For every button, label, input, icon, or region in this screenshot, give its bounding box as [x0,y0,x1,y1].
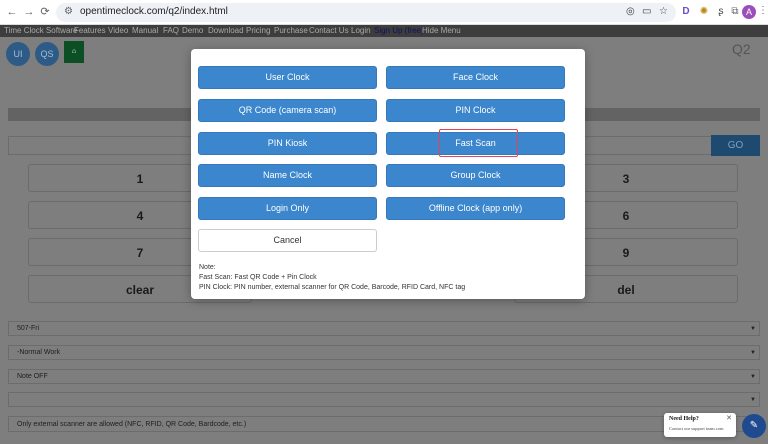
page-version-label: Q2 [732,41,751,57]
help-subtitle: Contact our support team.com [669,426,724,431]
work-type-select[interactable]: -Normal Work ▼ [8,345,760,360]
chevron-down-icon: ▼ [750,374,756,380]
scanner-note: Only external scanner are allowed (NFC, … [8,416,760,432]
forward-button[interactable]: → [22,5,36,19]
note-select[interactable]: Note OFF ▼ [8,369,760,384]
app-logo: ⌂ [64,41,84,63]
extension-gear-icon[interactable]: ✺ [697,5,711,19]
note-select-value: Note OFF [17,373,48,380]
nav-pricing[interactable]: Pricing [246,26,270,35]
face-clock-button[interactable]: Face Clock [386,66,565,89]
cancel-button[interactable]: Cancel [198,229,377,252]
chevron-down-icon: ▼ [750,326,756,332]
note-line-pin-clock: PIN Clock: PIN number, external scanner … [199,284,466,291]
nav-sign-up[interactable]: Sign Up (free) [374,26,424,35]
dialog-note: Note: Fast Scan: Fast QR Code + Pin Cloc… [199,263,465,293]
help-widget[interactable]: Need Help? Contact our support team.com … [664,413,736,437]
day-select-value: 507-Fri [17,325,40,332]
nav-download[interactable]: Download [208,26,244,35]
address-bar[interactable]: ⚙ opentimeclock.com/q2/index.html ◎ ▭ ☆ [56,3,676,22]
qs-circle-button[interactable]: QS [35,42,59,66]
kebab-menu-icon[interactable]: ⋮ [758,5,768,16]
location-icon[interactable]: ◎ [626,6,635,17]
chat-icon[interactable]: ✎ [742,414,766,438]
nav-video[interactable]: Video [108,26,128,35]
pin-kiosk-button[interactable]: PIN Kiosk [198,132,377,155]
go-button[interactable]: GO [711,135,760,156]
offline-clock-button[interactable]: Offline Clock (app only) [386,197,565,220]
extra-select[interactable]: ▼ [8,392,760,407]
nav-purchase[interactable]: Purchase [274,26,308,35]
qr-code-button[interactable]: QR Code (camera scan) [198,99,377,122]
group-clock-button[interactable]: Group Clock [386,164,565,187]
install-icon[interactable]: ▭ [642,6,651,17]
chevron-down-icon: ▼ [750,350,756,356]
nav-hide-menu[interactable]: Hide Menu [422,26,461,35]
browser-toolbar: ← → ⟳ ⚙ opentimeclock.com/q2/index.html … [0,0,768,25]
nav-time-clock-software[interactable]: Time Clock Software [4,26,78,35]
work-type-value: -Normal Work [17,349,61,356]
profile-avatar[interactable]: A [742,5,756,19]
login-only-button[interactable]: Login Only [198,197,377,220]
day-select[interactable]: 507-Fri ▼ [8,321,760,336]
puzzle-icon[interactable]: ⧉ [728,5,742,19]
note-line-fast-scan: Fast Scan: Fast QR Code + Pin Clock [199,274,317,281]
nav-login[interactable]: Login [351,26,371,35]
site-navbar: Time Clock Software Features Video Manua… [0,25,768,37]
user-clock-button[interactable]: User Clock [198,66,377,89]
fast-scan-button[interactable]: Fast Scan [386,132,565,155]
back-button[interactable]: ← [5,5,19,19]
help-title: Need Help? [669,416,699,422]
note-title: Note: [199,264,216,271]
site-info-icon[interactable]: ⚙ [64,6,73,17]
extension-s-icon[interactable]: ʂ [714,5,728,19]
star-icon[interactable]: ☆ [659,6,668,17]
ui-circle-button[interactable]: UI [6,42,30,66]
nav-features[interactable]: Features [74,26,106,35]
extension-d-icon[interactable]: D [679,5,693,19]
name-clock-button[interactable]: Name Clock [198,164,377,187]
url-text[interactable]: opentimeclock.com/q2/index.html [80,6,228,17]
clock-mode-dialog: User Clock Face Clock QR Code (camera sc… [191,49,585,299]
nav-contact-us[interactable]: Contact Us [309,26,349,35]
reload-icon[interactable]: ⟳ [38,5,52,19]
nav-manual[interactable]: Manual [132,26,158,35]
pin-clock-button[interactable]: PIN Clock [386,99,565,122]
chevron-down-icon: ▼ [750,397,756,403]
nav-faq[interactable]: FAQ [163,26,179,35]
close-icon[interactable]: ✕ [726,414,732,422]
nav-demo[interactable]: Demo [182,26,203,35]
